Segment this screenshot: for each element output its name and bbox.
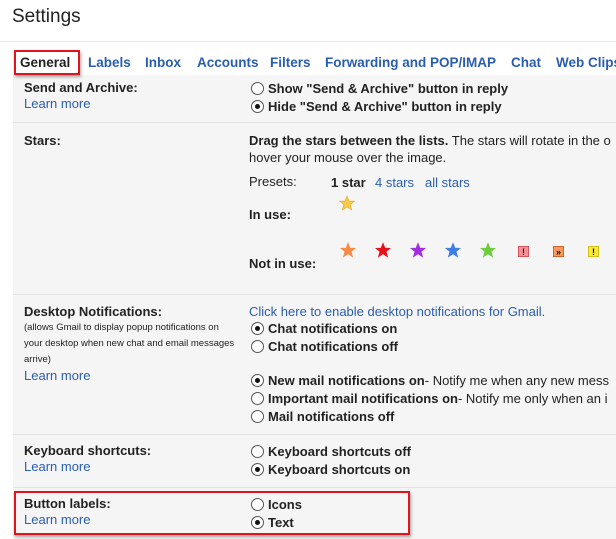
option-description: - Notify me only when an i	[457, 391, 608, 406]
tab-accounts[interactable]: Accounts	[197, 55, 259, 70]
settings-tabs: General Labels Inbox Accounts Filters Fo…	[13, 51, 616, 75]
option-label: Hide "Send & Archive" button in reply	[268, 99, 502, 114]
purple-star-icon[interactable]	[410, 242, 426, 258]
mail-notifications-off-option[interactable]: Mail notifications off	[251, 409, 394, 424]
option-label: New mail notifications on	[268, 373, 425, 388]
tab-labels[interactable]: Labels	[88, 55, 131, 70]
row-divider	[13, 487, 616, 488]
title-divider	[0, 41, 616, 42]
send-archive-label: Send and Archive:	[24, 80, 138, 95]
tab-chat[interactable]: Chat	[511, 55, 541, 70]
green-star-icon[interactable]	[480, 242, 496, 258]
tab-forwarding-pop-imap[interactable]: Forwarding and POP/IMAP	[325, 55, 496, 70]
preset-all-stars[interactable]: all stars	[425, 175, 470, 190]
stars-instruction-bold: Drag the stars between the lists.	[249, 133, 449, 148]
in-use-label: In use:	[249, 207, 291, 222]
option-label: Important mail notifications on	[268, 391, 458, 406]
stars-instruction-line2: hover your mouse over the image.	[249, 150, 447, 165]
option-label: Chat notifications off	[268, 339, 398, 354]
chat-notifications-on-option[interactable]: Chat notifications on	[251, 321, 397, 336]
keyboard-shortcuts-label: Keyboard shortcuts:	[24, 443, 152, 458]
radio-keyboard-shortcuts-on[interactable]	[251, 463, 264, 476]
radio-chat-notifications-on[interactable]	[251, 322, 264, 335]
option-label: Keyboard shortcuts on	[268, 462, 411, 477]
general-tab-highlight	[14, 50, 80, 75]
tab-filters[interactable]: Filters	[270, 55, 311, 70]
keyboard-shortcuts-learn-more[interactable]: Learn more	[24, 459, 90, 474]
radio-new-mail-notifications[interactable]	[251, 374, 264, 387]
stars-label: Stars:	[24, 133, 61, 148]
preset-4-stars[interactable]: 4 stars	[375, 175, 414, 190]
row-divider	[13, 294, 616, 295]
important-mail-notifications-option[interactable]: Important mail notifications on - Notify…	[251, 391, 608, 406]
tab-web-clips[interactable]: Web Clips	[556, 55, 616, 70]
send-archive-learn-more[interactable]: Learn more	[24, 96, 90, 111]
hide-send-archive-option[interactable]: Hide "Send & Archive" button in reply	[251, 99, 502, 114]
desktop-notifications-description: (allows Gmail to display popup notificat…	[24, 322, 235, 365]
yellow-star-icon[interactable]	[339, 195, 355, 211]
stars-instruction: Drag the stars between the lists. The st…	[249, 133, 611, 148]
radio-mail-notifications-off[interactable]	[251, 410, 264, 423]
presets-label: Presets:	[249, 174, 297, 189]
enable-desktop-notifications-link[interactable]: Click here to enable desktop notificatio…	[249, 304, 545, 319]
page-title: Settings	[12, 6, 81, 27]
keyboard-shortcuts-on-option[interactable]: Keyboard shortcuts on	[251, 462, 410, 477]
red-star-icon[interactable]	[375, 242, 391, 258]
option-label: Show "Send & Archive" button in reply	[268, 81, 509, 96]
row-divider	[13, 122, 616, 123]
row-divider	[13, 434, 616, 435]
tab-inbox[interactable]: Inbox	[145, 55, 181, 70]
radio-chat-notifications-off[interactable]	[251, 340, 264, 353]
option-label: Mail notifications off	[268, 409, 395, 424]
new-mail-notifications-option[interactable]: New mail notifications on - Notify me wh…	[251, 373, 609, 388]
button-labels-highlight	[14, 491, 410, 535]
red-bang-icon[interactable]: !	[518, 246, 529, 257]
not-in-use-label: Not in use:	[249, 256, 317, 271]
show-send-archive-option[interactable]: Show "Send & Archive" button in reply	[251, 81, 508, 96]
blue-star-icon[interactable]	[445, 242, 461, 258]
stars-instruction-rest: The stars will rotate in the o	[448, 133, 611, 148]
desktop-notifications-learn-more[interactable]: Learn more	[24, 368, 90, 383]
desktop-notifications-label: Desktop Notifications:	[24, 304, 162, 319]
keyboard-shortcuts-off-option[interactable]: Keyboard shortcuts off	[251, 444, 411, 459]
preset-1-star[interactable]: 1 star	[331, 175, 366, 190]
radio-hide-send-archive[interactable]	[251, 100, 264, 113]
yellow-bang-icon[interactable]: !	[588, 246, 599, 257]
option-description: - Notify me when any new mess	[424, 373, 609, 388]
orange-guillemet-icon[interactable]: »	[553, 246, 564, 257]
radio-show-send-archive[interactable]	[251, 82, 264, 95]
chat-notifications-off-option[interactable]: Chat notifications off	[251, 339, 398, 354]
radio-keyboard-shortcuts-off[interactable]	[251, 445, 264, 458]
radio-important-mail-notifications[interactable]	[251, 392, 264, 405]
option-label: Keyboard shortcuts off	[268, 444, 412, 459]
orange-star-icon[interactable]	[340, 242, 356, 258]
option-label: Chat notifications on	[268, 321, 398, 336]
